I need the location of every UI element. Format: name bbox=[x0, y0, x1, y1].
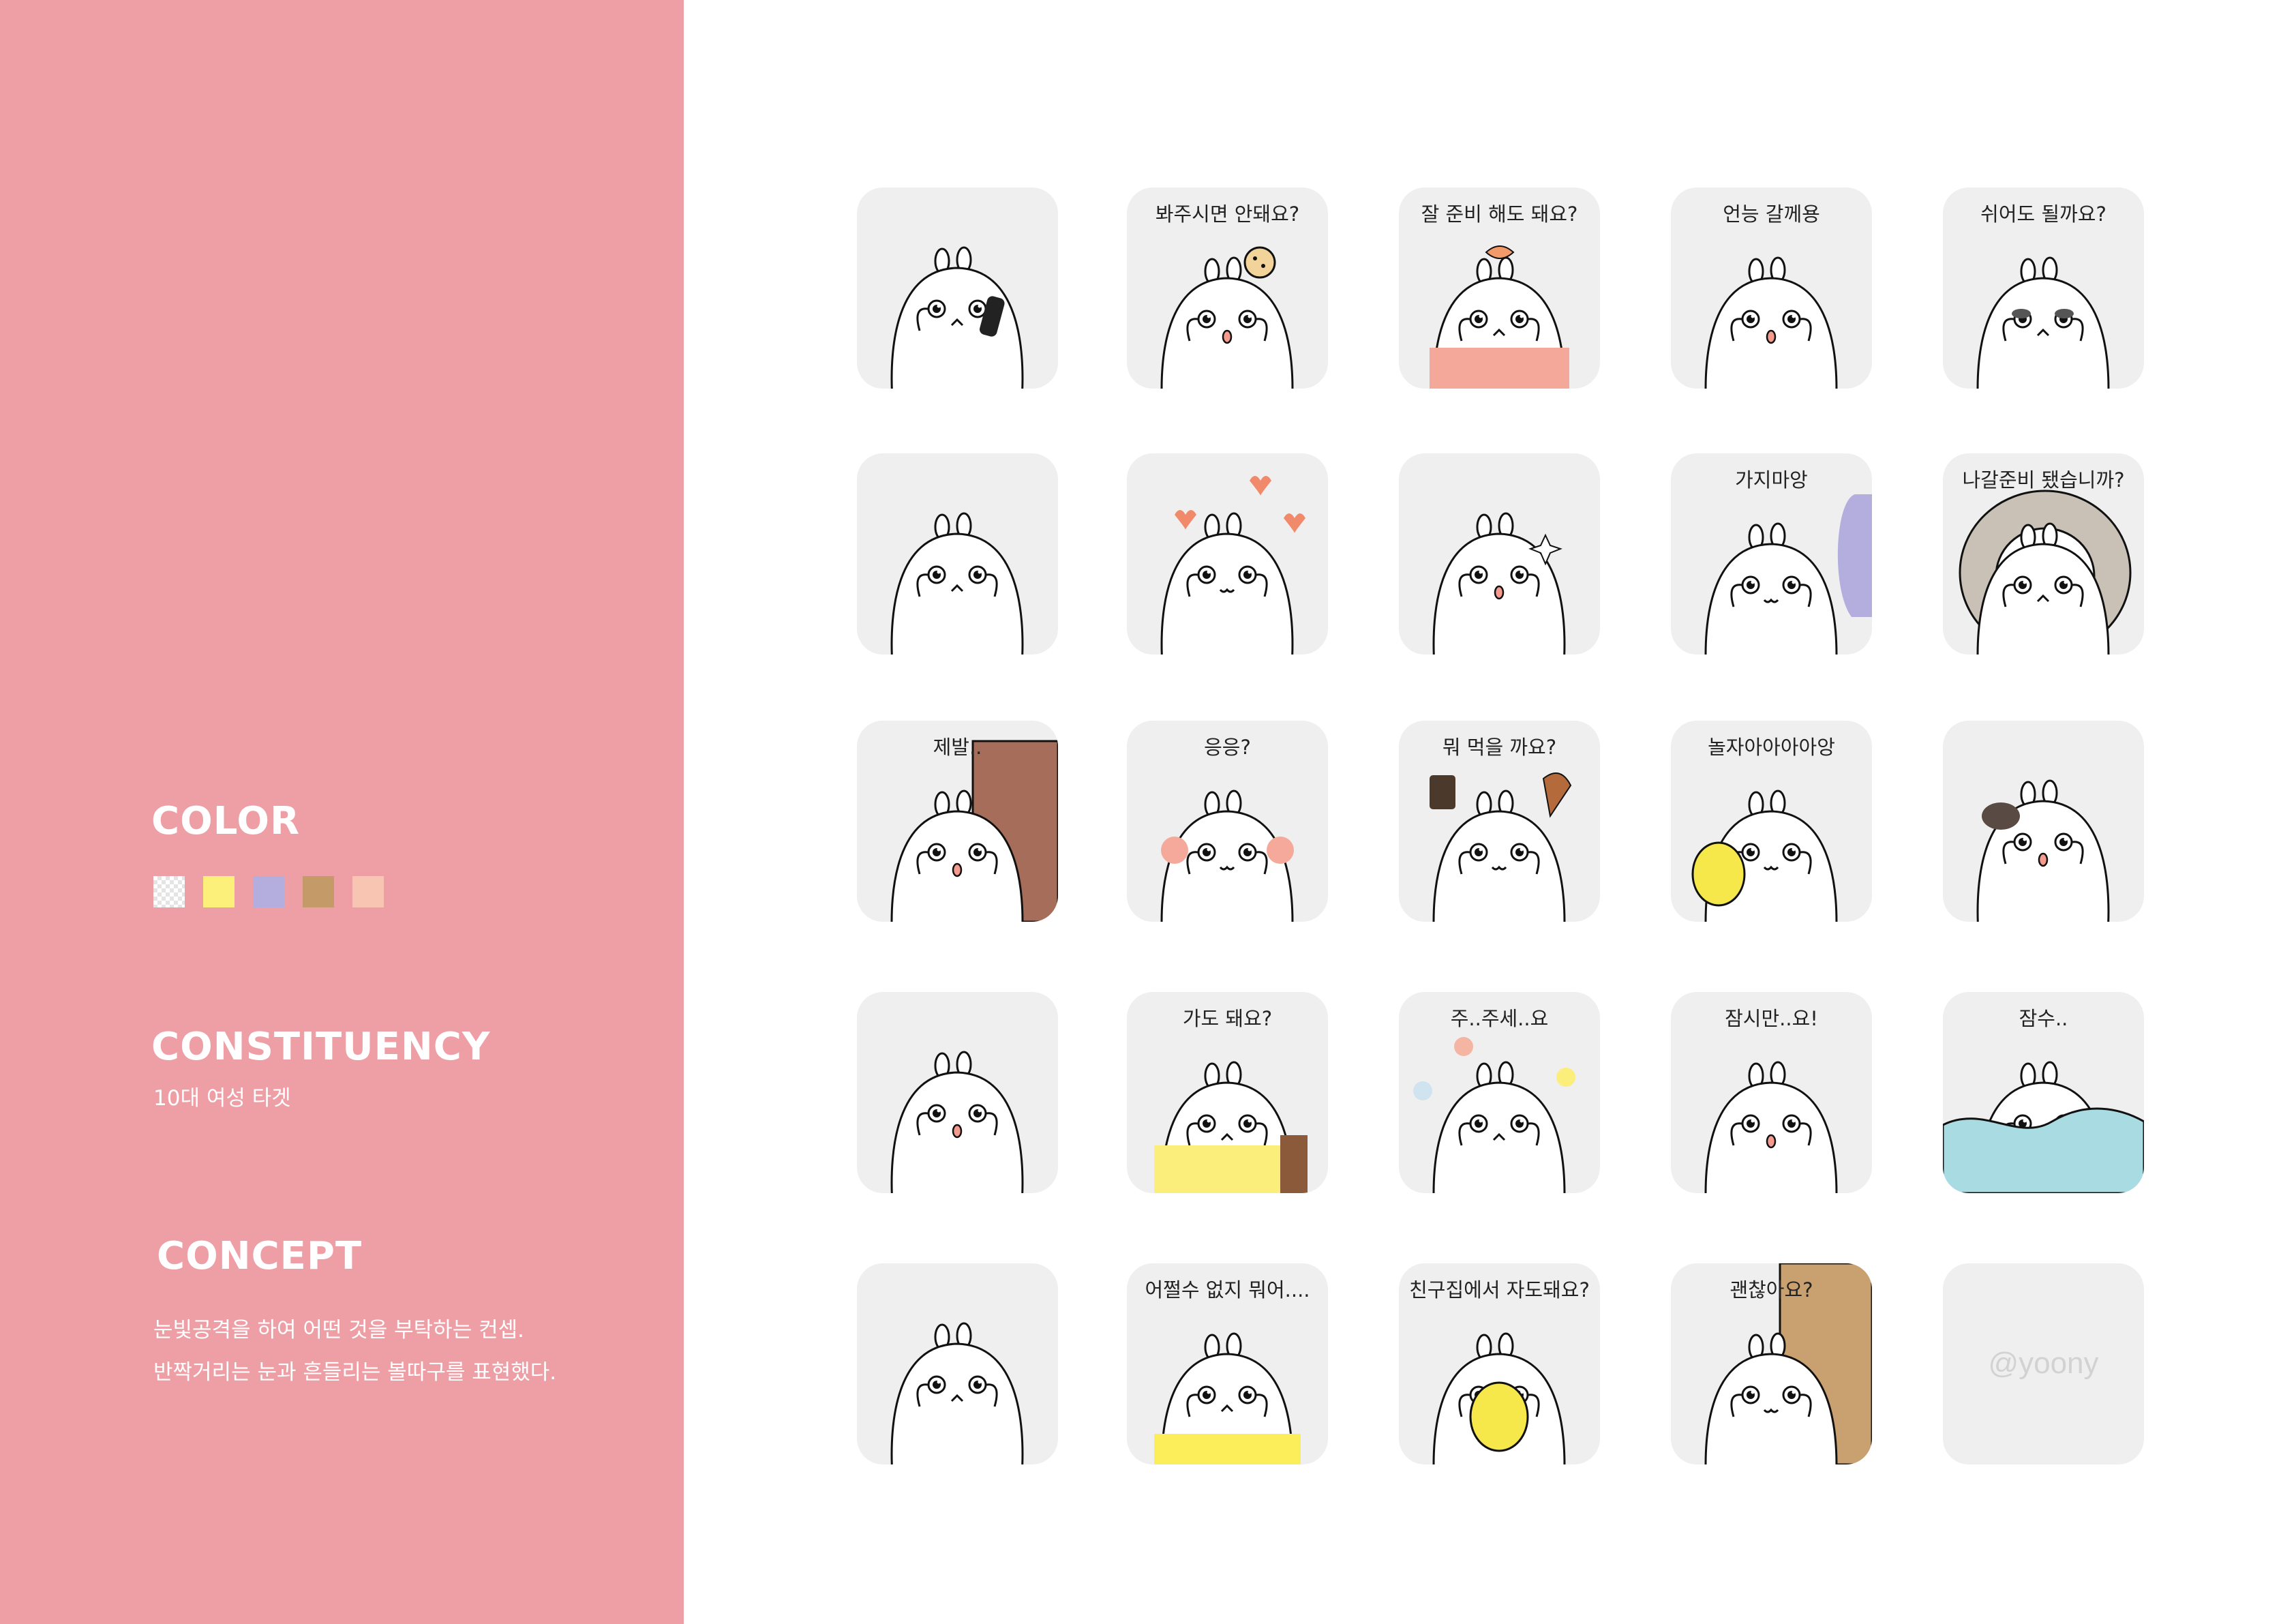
sticker-tile bbox=[857, 453, 1058, 655]
color-title: COLOR bbox=[151, 799, 301, 843]
sticker-presentation-page: COLOR CONSTITUENCY 10대 여성 타겟 CONCEPT 눈빛공… bbox=[0, 0, 2296, 1624]
sticker-tile bbox=[857, 992, 1058, 1193]
sticker-grid: 봐주시면 안돼요? 잘 준비 해도 돼요? 언능 갈께용 쉬어도 될까요? 가지마앙 나갈… bbox=[857, 187, 2144, 1464]
sticker-bunny-illustration bbox=[890, 246, 1024, 389]
sticker-tile: 언능 갈께용 bbox=[1671, 187, 1872, 389]
sticker-tile: 뭐 먹을 까요? bbox=[1399, 721, 1600, 922]
sticker-bunny-illustration bbox=[1976, 779, 2110, 922]
sticker-bunny-illustration bbox=[890, 1322, 1024, 1464]
sticker-tile: @yoony bbox=[1943, 1263, 2144, 1464]
swatch-peach bbox=[352, 876, 384, 907]
sticker-caption: 잠시만..요! bbox=[1725, 1007, 1818, 1030]
constituency-text: 10대 여성 타겟 bbox=[153, 1086, 291, 1111]
sticker-caption: 어쩔수 없지 뭐어.... bbox=[1145, 1278, 1310, 1302]
sticker-tile: 잘 준비 해도 돼요? bbox=[1399, 187, 1600, 389]
sticker-bunny-illustration bbox=[890, 512, 1024, 655]
swatch-yellow bbox=[203, 876, 235, 907]
sticker-tile: 잠수.. bbox=[1943, 992, 2144, 1193]
swatch-white bbox=[153, 876, 185, 907]
sticker-bunny-illustration bbox=[1160, 476, 1305, 655]
sticker-caption: 잘 준비 해도 돼요? bbox=[1421, 202, 1578, 226]
sticker-tile bbox=[1127, 453, 1328, 655]
sticker-tile: 쉬어도 될까요? bbox=[1943, 187, 2144, 389]
sticker-caption: 괜찮아요? bbox=[1729, 1278, 1813, 1302]
sticker-caption: 나갈준비 됐습니까? bbox=[1962, 468, 2125, 492]
sticker-tile bbox=[857, 187, 1058, 389]
sticker-caption: 봐주시면 안돼요? bbox=[1155, 202, 1300, 226]
sticker-tile: 제발.. bbox=[857, 721, 1058, 922]
swatch-tan bbox=[303, 876, 334, 907]
swatch-lavender bbox=[253, 876, 284, 907]
constituency-title: CONSTITUENCY bbox=[151, 1025, 491, 1069]
sticker-tile: 친구집에서 자도돼요? bbox=[1399, 1263, 1600, 1464]
sticker-caption: 뭐 먹을 까요? bbox=[1442, 736, 1557, 759]
sticker-caption: 친구집에서 자도돼요? bbox=[1409, 1278, 1590, 1302]
concept-line: 반짝거리는 눈과 흔들리는 볼따구를 표현했다. bbox=[153, 1360, 557, 1385]
sticker-tile: 가도 돼요? bbox=[1127, 992, 1328, 1193]
sticker-tile: 나갈준비 됐습니까? bbox=[1943, 453, 2144, 655]
color-swatches bbox=[153, 876, 402, 907]
sticker-caption: 제발.. bbox=[933, 736, 982, 759]
author-watermark: @yoony bbox=[1988, 1347, 2099, 1380]
sticker-caption: 주..주세..요 bbox=[1450, 1007, 1549, 1030]
sticker-tile: 가지마앙 bbox=[1671, 453, 1872, 655]
concept-line: 눈빛공격을 하여 어떤 것을 부탁하는 컨셉. bbox=[153, 1318, 524, 1342]
sticker-tile bbox=[857, 1263, 1058, 1464]
sticker-tile: 어쩔수 없지 뭐어.... bbox=[1127, 1263, 1328, 1464]
sticker-caption: 가도 돼요? bbox=[1182, 1007, 1273, 1030]
sticker-tile bbox=[1399, 453, 1600, 655]
sticker-tile bbox=[1943, 721, 2144, 922]
sticker-caption: 언능 갈께용 bbox=[1723, 202, 1820, 226]
info-sidebar: COLOR CONSTITUENCY 10대 여성 타겟 CONCEPT 눈빛공… bbox=[0, 0, 684, 1624]
concept-title: CONCEPT bbox=[157, 1234, 363, 1278]
sticker-caption: 쉬어도 될까요? bbox=[1980, 202, 2106, 226]
sticker-caption: 가지마앙 bbox=[1735, 468, 1808, 492]
sticker-tile: 봐주시면 안돼요? bbox=[1127, 187, 1328, 389]
sticker-tile: 괜찮아요? bbox=[1671, 1263, 1872, 1464]
sticker-bunny-illustration bbox=[890, 1051, 1024, 1193]
sticker-tile: 잠시만..요! bbox=[1671, 992, 1872, 1193]
sticker-bunny-illustration bbox=[1432, 512, 1566, 655]
sticker-caption: 응응? bbox=[1204, 736, 1251, 759]
sticker-tile: 주..주세..요 bbox=[1399, 992, 1600, 1193]
concept-text: 눈빛공격을 하여 어떤 것을 부탁하는 컨셉. 반짝거리는 눈과 흔들리는 볼따… bbox=[153, 1309, 556, 1394]
sticker-caption: 잠수.. bbox=[2019, 1007, 2068, 1030]
sticker-caption: 놀자아아아아앙 bbox=[1708, 736, 1835, 759]
sticker-tile: 놀자아아아아앙 bbox=[1671, 721, 1872, 922]
sticker-tile: 응응? bbox=[1127, 721, 1328, 922]
